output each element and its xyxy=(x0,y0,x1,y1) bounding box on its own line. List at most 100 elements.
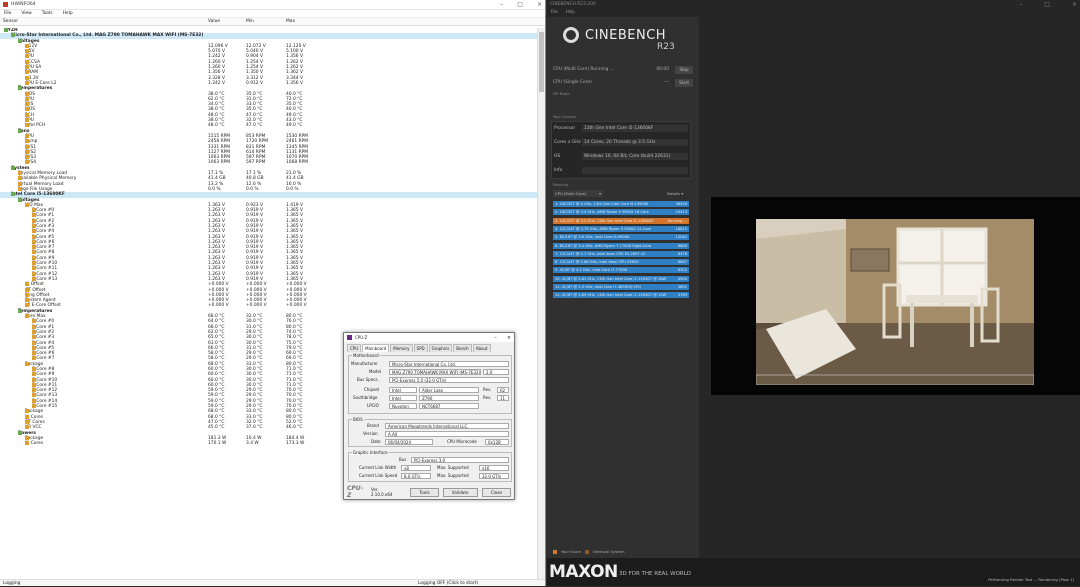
cpuz-logo: CPU-Z xyxy=(347,485,364,499)
stop-button[interactable]: Stop xyxy=(675,66,693,74)
ranking-label: 12. 4C/8T @ 1.69 GHz, 11th Gen Intel Cor… xyxy=(555,293,667,298)
chipset-rev-label: Rev. xyxy=(483,387,492,392)
tools-button[interactable]: Tools xyxy=(410,487,439,497)
cpuz-titlebar[interactable]: CPU-Z – × xyxy=(344,333,514,342)
start-button[interactable]: Start xyxy=(675,79,693,87)
sensor-icon xyxy=(32,255,36,260)
ranking-label: 2. 16C/32T @ 3.4 GHz, AMD Ryzen 9 5950X … xyxy=(555,210,649,215)
ranking-item[interactable]: 9. 4C/8T @ 4.2 GHz, Intel Core i7-7700K 6… xyxy=(553,267,689,274)
sensor-icon xyxy=(25,303,29,308)
sensor-icon xyxy=(25,80,29,85)
lpcio-name: NCT6687 xyxy=(419,403,479,409)
close-icon[interactable]: × xyxy=(507,335,511,341)
tab-about[interactable]: About xyxy=(472,344,491,352)
minimize-icon[interactable]: – xyxy=(1019,1,1022,8)
menu-help[interactable]: Help xyxy=(63,11,73,16)
system-value: 13th Gen Intel Core i5-13600KF xyxy=(582,125,688,132)
tab-graphics[interactable]: Graphics xyxy=(428,344,453,352)
cinebench-left-panel: CINEBENCH R23 CPU (Multi Core) Running .… xyxy=(547,17,699,586)
sensor-icon xyxy=(32,218,36,223)
vertical-scrollbar[interactable] xyxy=(537,28,545,579)
sensor-icon xyxy=(18,186,22,191)
sensor-icon xyxy=(25,65,29,70)
ranking-item[interactable]: 2. 16C/32T @ 3.4 GHz, AMD Ryzen 9 5950X … xyxy=(553,209,689,216)
menu-help[interactable]: Help xyxy=(566,9,575,17)
sensor-label-text: Temperatures xyxy=(18,308,53,314)
ranking-item[interactable]: 4. 12C/24T @ 3.79 GHz, AMD Ryzen 9 5900X… xyxy=(553,225,689,232)
col-sensor[interactable]: Sensor xyxy=(3,19,18,24)
ranking-item[interactable]: 3. 14C/20T @ 3.5 GHz, 13th Gen Intel Cor… xyxy=(553,217,689,224)
maximize-icon[interactable]: □ xyxy=(517,1,523,8)
legend-identical: Identical System xyxy=(592,549,625,554)
ranking-label: 7. 12C/24T @ 2.7 GHz, Intel Xeon CPU E5-… xyxy=(555,251,646,256)
maximize-icon[interactable]: □ xyxy=(1044,1,1050,8)
ranking-details-toggle[interactable]: Details ▾ xyxy=(667,190,683,197)
tab-bench[interactable]: Bench xyxy=(453,344,472,352)
menu-file[interactable]: File xyxy=(4,11,11,16)
cinebench-brand: CINEBENCH xyxy=(585,28,667,43)
tab-spd[interactable]: SPD xyxy=(413,344,428,352)
minimize-icon[interactable]: – xyxy=(500,1,503,8)
ranking-item[interactable]: 8. 12C/24T @ 2.66 GHz, Intel Xeon CPU X5… xyxy=(553,259,689,266)
close-button[interactable]: Close xyxy=(481,487,511,497)
sensor-min: 3.4 W xyxy=(246,441,259,447)
chipset-rev: 02 xyxy=(497,387,509,393)
close-icon[interactable]: × xyxy=(537,1,542,8)
cinebench-titlebar[interactable]: CINEBENCH R23.200 – □ × xyxy=(547,0,1080,9)
sensor-label-text: Virtual Memory Load xyxy=(18,181,64,187)
system-key: Cores x GHz xyxy=(554,140,581,145)
sensor-icon xyxy=(25,49,29,54)
cinebench-footer: MAXON 3D FOR THE REAL WORLD Performing R… xyxy=(547,558,1080,586)
validate-button[interactable]: Validate xyxy=(442,487,478,497)
link-width-field: x8 xyxy=(401,465,431,471)
test-single-core: CPU (Single Core) --- Start xyxy=(553,79,693,87)
sensor-icon xyxy=(18,176,22,181)
chipset-vendor: Intel xyxy=(389,387,417,393)
sensor-icon xyxy=(32,388,36,393)
ranking-filter-dropdown[interactable]: CPU (Multi Core) ▾ xyxy=(553,190,603,197)
menu-tools[interactable]: Tools xyxy=(42,11,53,16)
test-label: CPU (Single Core) xyxy=(553,80,592,85)
sensor-max: 173.3 W xyxy=(286,441,305,447)
sensor-icon xyxy=(32,393,36,398)
sensor-icon xyxy=(25,96,29,101)
ranking-item[interactable]: 5. 8C/16T @ 3.6 GHz, Intel Core i9-9900K… xyxy=(553,234,689,241)
menu-file[interactable]: File xyxy=(551,9,558,17)
sensor-icon xyxy=(25,361,29,366)
test-label: CPU (Multi Core) Running ... xyxy=(553,67,615,72)
speed-max-label: Max. Supported xyxy=(437,473,469,478)
ranking-score: 6867 xyxy=(677,260,687,265)
menu-view[interactable]: View xyxy=(21,11,31,16)
lpcio-label: LPCIO xyxy=(367,403,379,408)
tab-cpu[interactable]: CPU xyxy=(347,344,362,352)
mp-ratio: MP Ratio xyxy=(553,91,570,96)
ranking-item[interactable]: 11. 4C/8T @ 2.3 GHz, Intel Core i7-4850H… xyxy=(553,284,689,290)
ranking-item[interactable]: 1. 24C/32T @ 3 GHz, 13th Gen Intel Core … xyxy=(553,201,689,207)
col-min[interactable]: Min xyxy=(246,19,254,24)
cpuz-tabs: CPU Mainboard Memory SPD Graphics Bench About xyxy=(344,342,514,352)
render-status: Performing Render Test ... Rendering (Pa… xyxy=(988,577,1074,582)
tab-mainboard[interactable]: Mainboard xyxy=(362,344,390,352)
ranking-item[interactable]: 12. 4C/8T @ 1.69 GHz, 11th Gen Intel Cor… xyxy=(553,292,689,299)
ranking-item[interactable]: 10. 4C/8T @ 2.81 GHz, 11th Gen Intel Cor… xyxy=(553,275,689,282)
tab-memory[interactable]: Memory xyxy=(390,344,413,352)
close-icon[interactable]: × xyxy=(1072,1,1077,8)
sensor-column-header: Sensor Value Min Max xyxy=(0,18,545,26)
sensor-icon xyxy=(32,213,36,218)
sensor-icon xyxy=(25,298,29,303)
minimize-icon[interactable]: – xyxy=(494,335,497,341)
info-field[interactable] xyxy=(582,167,688,174)
col-value[interactable]: Value xyxy=(208,19,220,24)
hwinfo-titlebar[interactable]: HWiNFO64 – □ × xyxy=(0,0,545,10)
southbridge-vendor: Intel xyxy=(389,395,417,401)
bus-specs-label: Bus Specs. xyxy=(357,377,379,382)
ranking-item[interactable]: 7. 12C/24T @ 2.7 GHz, Intel Xeon CPU E5-… xyxy=(553,250,689,257)
cinebench-version: R23 xyxy=(657,42,675,52)
ranking-item[interactable]: 6. 8C/16T @ 3.4 GHz, AMD Ryzen 7 1700X E… xyxy=(553,242,689,249)
sensor-value: 170.1 W xyxy=(208,441,227,447)
graphic-interface-group: Graphic Interface Bus PCI-Express 3.0 Cu… xyxy=(348,450,512,482)
chipset-label: Chipset xyxy=(364,387,380,392)
scrollbar-thumb[interactable] xyxy=(539,32,544,92)
score-legend: Your Score Identical System xyxy=(553,549,625,554)
col-max[interactable]: Max xyxy=(286,19,295,24)
